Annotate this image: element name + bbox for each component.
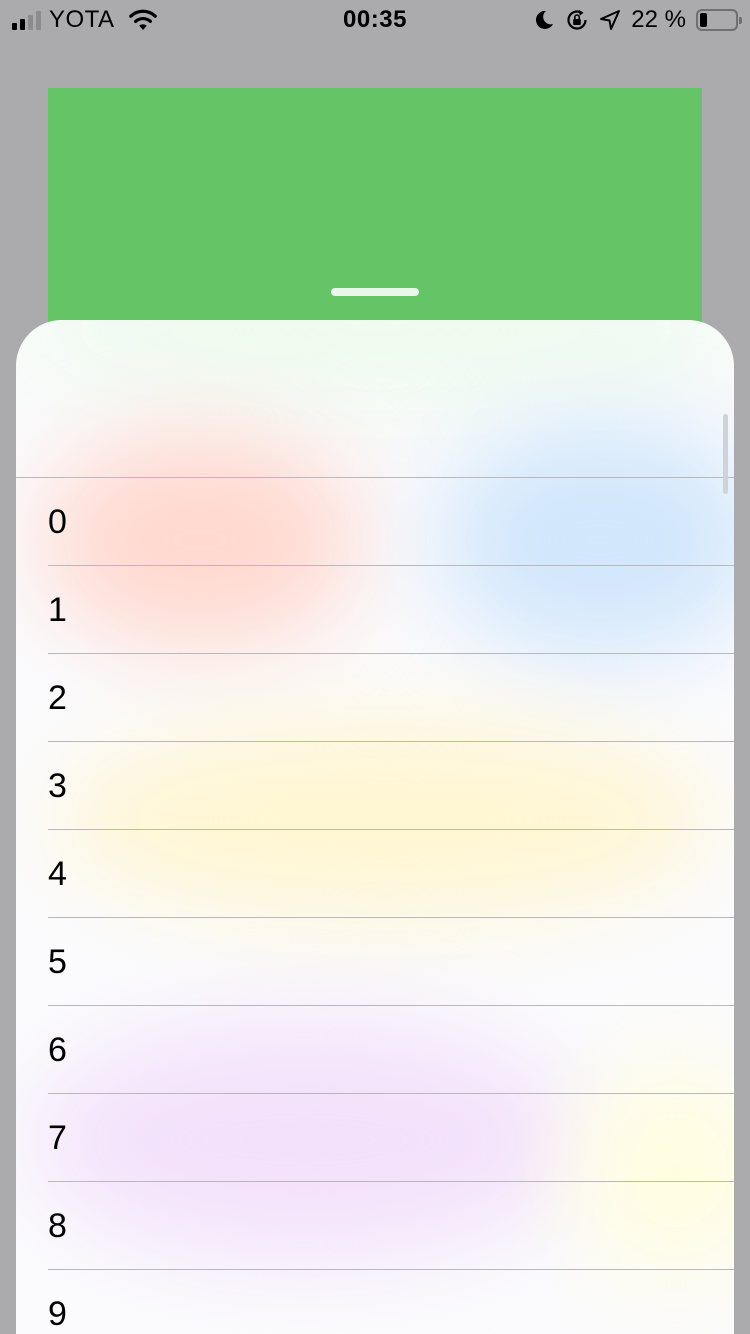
number-list: 0 1 2 3 4 5 6 7 8 9: [16, 478, 734, 1334]
list-item-label: 4: [48, 854, 67, 893]
list-item-label: 8: [48, 1206, 67, 1245]
orientation-lock-icon: [567, 10, 587, 30]
list-item-label: 6: [48, 1030, 67, 1069]
screen: YOTA 00:35 22 % 0 1 2 3 4 5 6 7 8 9: [0, 0, 750, 1334]
list-item-label: 9: [48, 1294, 67, 1333]
list-item[interactable]: 7: [16, 1094, 734, 1182]
list-item-label: 0: [48, 502, 67, 541]
battery-percent: 22 %: [631, 6, 686, 33]
list-item[interactable]: 9: [16, 1270, 734, 1334]
background-card: [48, 88, 702, 348]
status-right: 22 %: [533, 6, 742, 34]
list-item[interactable]: 4: [16, 830, 734, 918]
list-item-label: 3: [48, 766, 67, 805]
list-item[interactable]: 5: [16, 918, 734, 1006]
battery-nub: [739, 17, 742, 24]
location-arrow-icon: [600, 10, 621, 30]
moon-icon: [536, 10, 554, 29]
battery-icon: [696, 9, 742, 31]
bottom-sheet[interactable]: 0 1 2 3 4 5 6 7 8 9: [16, 320, 734, 1334]
list-item[interactable]: 6: [16, 1006, 734, 1094]
list-item-label: 7: [48, 1118, 67, 1157]
list-item-label: 2: [48, 678, 67, 717]
list-item[interactable]: 1: [16, 566, 734, 654]
battery-fill: [700, 13, 708, 27]
list-item[interactable]: 2: [16, 654, 734, 742]
sheet-header: [16, 320, 734, 478]
list-item[interactable]: 0: [16, 478, 734, 566]
status-bar: YOTA 00:35 22 %: [0, 0, 750, 40]
list-item-label: 1: [48, 590, 67, 629]
list-item-label: 5: [48, 942, 67, 981]
list-item[interactable]: 3: [16, 742, 734, 830]
sheet-grabber-handle[interactable]: [331, 288, 419, 296]
list-item[interactable]: 8: [16, 1182, 734, 1270]
